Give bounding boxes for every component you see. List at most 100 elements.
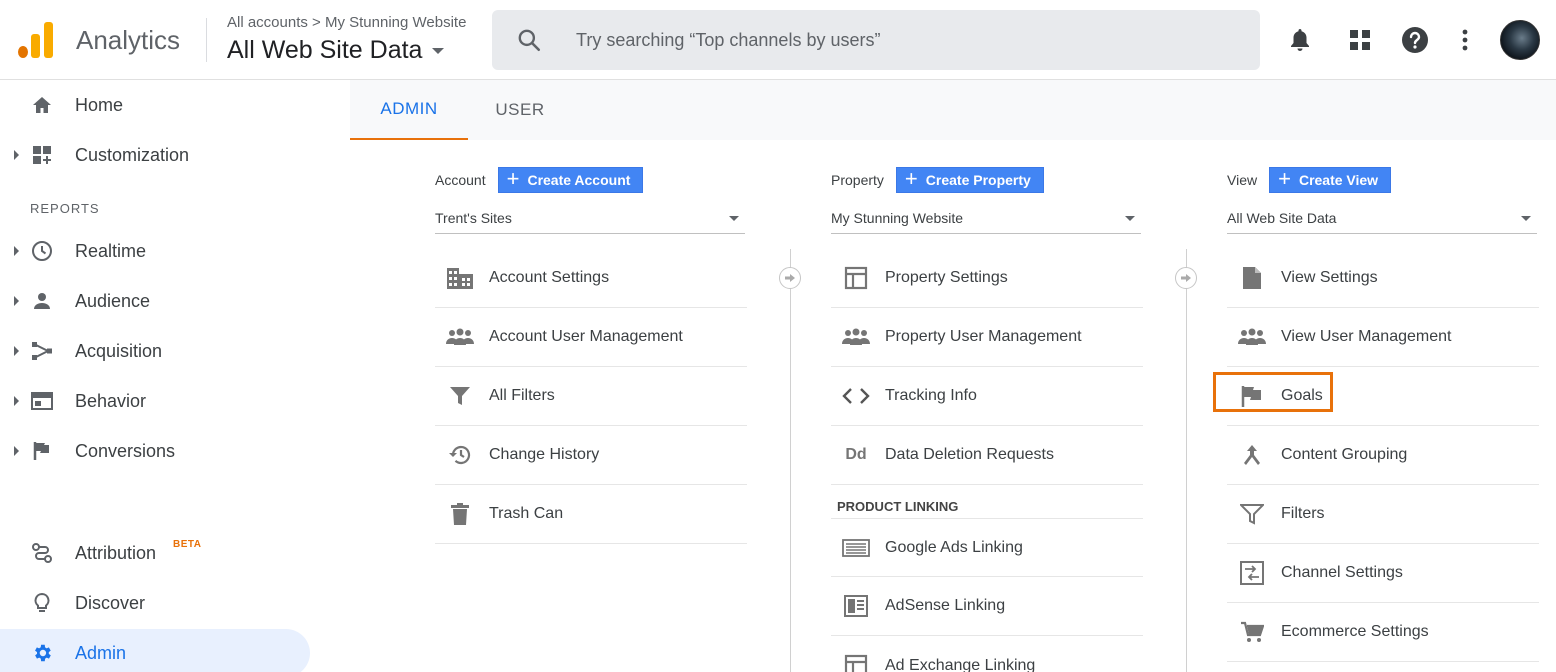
channel-settings-item[interactable]: Channel Settings: [1227, 544, 1539, 603]
nav-discover-label: Discover: [75, 592, 146, 613]
nav-conversions-label: Conversions: [75, 440, 176, 461]
nav-audience-label: Audience: [75, 290, 151, 311]
view-settings-item[interactable]: View Settings: [1227, 249, 1539, 308]
adsense-icon: [841, 591, 871, 621]
people-icon: [1237, 322, 1267, 352]
dropdown-arrow-icon: [1125, 216, 1135, 221]
tracking-info-label: Tracking Info: [885, 387, 977, 404]
create-account-button[interactable]: + Create Account: [497, 167, 644, 193]
nav-home[interactable]: Home: [0, 81, 350, 129]
acquisition-icon: [30, 339, 54, 363]
view-settings-label: View Settings: [1281, 269, 1378, 286]
filters-item[interactable]: Filters: [1227, 485, 1539, 544]
content-grouping-item[interactable]: Content Grouping: [1227, 426, 1539, 485]
help-icon[interactable]: [1399, 24, 1431, 56]
product-linking-heading: PRODUCT LINKING: [831, 485, 1143, 519]
google-ads-icon: [841, 533, 871, 563]
property-settings-label: Property Settings: [885, 269, 1008, 286]
apps-grid-icon[interactable]: [1344, 24, 1376, 56]
create-view-label: Create View: [1298, 172, 1379, 188]
property-select[interactable]: My Stunning Website: [831, 204, 1141, 234]
nav-realtime[interactable]: Realtime: [0, 227, 350, 275]
more-vert-icon[interactable]: [1449, 24, 1481, 56]
plus-icon: +: [904, 166, 918, 191]
people-icon: [445, 322, 475, 352]
view-name: All Web Site Data: [227, 36, 423, 64]
adsense-linking-item[interactable]: AdSense Linking: [831, 577, 1143, 636]
data-deletion-requests-label: Data Deletion Requests: [885, 446, 1054, 463]
data-deletion-requests-item[interactable]: Dd Data Deletion Requests: [831, 426, 1143, 485]
view-header: View + Create View: [1227, 166, 1392, 193]
search-bar[interactable]: [492, 10, 1260, 70]
ecommerce-settings-item[interactable]: Ecommerce Settings: [1227, 603, 1539, 662]
nav-admin[interactable]: Admin: [0, 629, 310, 672]
lightbulb-icon: [30, 591, 54, 615]
account-selected: Trent's Sites: [435, 210, 512, 226]
account-select[interactable]: Trent's Sites: [435, 204, 745, 234]
search-input[interactable]: [576, 22, 1236, 58]
tab-admin[interactable]: ADMIN: [350, 80, 468, 140]
expand-arrow-icon: [14, 396, 19, 406]
view-user-management-item[interactable]: View User Management: [1227, 308, 1539, 367]
google-ads-linking-item[interactable]: Google Ads Linking: [831, 519, 1143, 577]
breadcrumb[interactable]: All accounts > My Stunning Website: [227, 14, 466, 31]
flag-icon: [30, 439, 54, 463]
nav-attribution-label: Attribution: [75, 542, 157, 563]
content-grouping-icon: [1237, 440, 1267, 470]
account-settings-item[interactable]: Account Settings: [435, 249, 747, 308]
google-ads-linking-label: Google Ads Linking: [885, 538, 1023, 556]
nav-acquisition[interactable]: Acquisition: [0, 327, 350, 375]
nav-discover[interactable]: Discover: [0, 579, 350, 627]
trash-icon: [445, 499, 475, 529]
nav-customization[interactable]: Customization: [0, 131, 350, 179]
change-history-item[interactable]: Change History: [435, 426, 747, 485]
layout-icon: [841, 263, 871, 293]
people-icon: [841, 322, 871, 352]
ad-exchange-linking-item[interactable]: Ad Exchange Linking: [831, 636, 1143, 672]
tracking-info-item[interactable]: Tracking Info: [831, 367, 1143, 426]
person-icon: [30, 289, 54, 313]
adsense-linking-label: AdSense Linking: [885, 597, 1006, 614]
property-user-management-label: Property User Management: [885, 328, 1082, 345]
dropdown-arrow-icon: [1521, 216, 1531, 221]
account-settings-label: Account Settings: [489, 269, 610, 286]
user-avatar[interactable]: [1500, 20, 1540, 60]
account-column: Account + Create Account Trent's Sites Ac…: [435, 140, 755, 672]
flag-icon: [1237, 381, 1267, 411]
tab-user[interactable]: USER: [480, 80, 560, 140]
property-menu: Property Settings Property User Manageme…: [831, 249, 1143, 672]
trash-can-item[interactable]: Trash Can: [435, 485, 747, 544]
view-user-management-label: View User Management: [1281, 328, 1452, 345]
analytics-logo-icon[interactable]: [18, 22, 54, 58]
header-divider: [206, 18, 207, 62]
view-selector[interactable]: All Web Site Data: [227, 36, 445, 65]
nav-attribution[interactable]: Attribution BETA: [0, 529, 350, 577]
property-column: Property + Create Property My Stunning We…: [831, 140, 1151, 672]
view-select[interactable]: All Web Site Data: [1227, 204, 1537, 234]
gear-icon: [30, 641, 54, 665]
content-grouping-label: Content Grouping: [1281, 446, 1408, 463]
view-label: View: [1227, 172, 1258, 188]
nav-behavior[interactable]: Behavior: [0, 377, 350, 425]
goals-item[interactable]: Goals: [1213, 367, 1539, 426]
nav-behavior-label: Behavior: [75, 390, 147, 411]
behavior-icon: [30, 389, 54, 413]
document-icon: [1237, 263, 1267, 293]
ad-exchange-linking-label: Ad Exchange Linking: [885, 656, 1036, 672]
plus-icon: +: [1278, 166, 1291, 191]
create-property-button[interactable]: + Create Property: [895, 166, 1044, 193]
nav-conversions[interactable]: Conversions: [0, 427, 350, 475]
property-selected: My Stunning Website: [831, 210, 964, 226]
channel-settings-icon: [1237, 558, 1267, 588]
create-view-button[interactable]: + Create View: [1269, 166, 1392, 193]
dropdown-arrow-icon: [729, 216, 739, 221]
account-user-management-item[interactable]: Account User Management: [435, 308, 747, 367]
property-user-management-item[interactable]: Property User Management: [831, 308, 1143, 367]
all-filters-item[interactable]: All Filters: [435, 367, 747, 426]
caret-down-icon: [432, 47, 445, 54]
bell-icon[interactable]: [1284, 24, 1316, 56]
property-settings-item[interactable]: Property Settings: [831, 249, 1143, 308]
sidebar: Home Customization REPORTS Realtime Audi…: [0, 80, 350, 672]
nav-audience[interactable]: Audience: [0, 277, 350, 325]
expand-arrow-icon: [14, 346, 19, 356]
